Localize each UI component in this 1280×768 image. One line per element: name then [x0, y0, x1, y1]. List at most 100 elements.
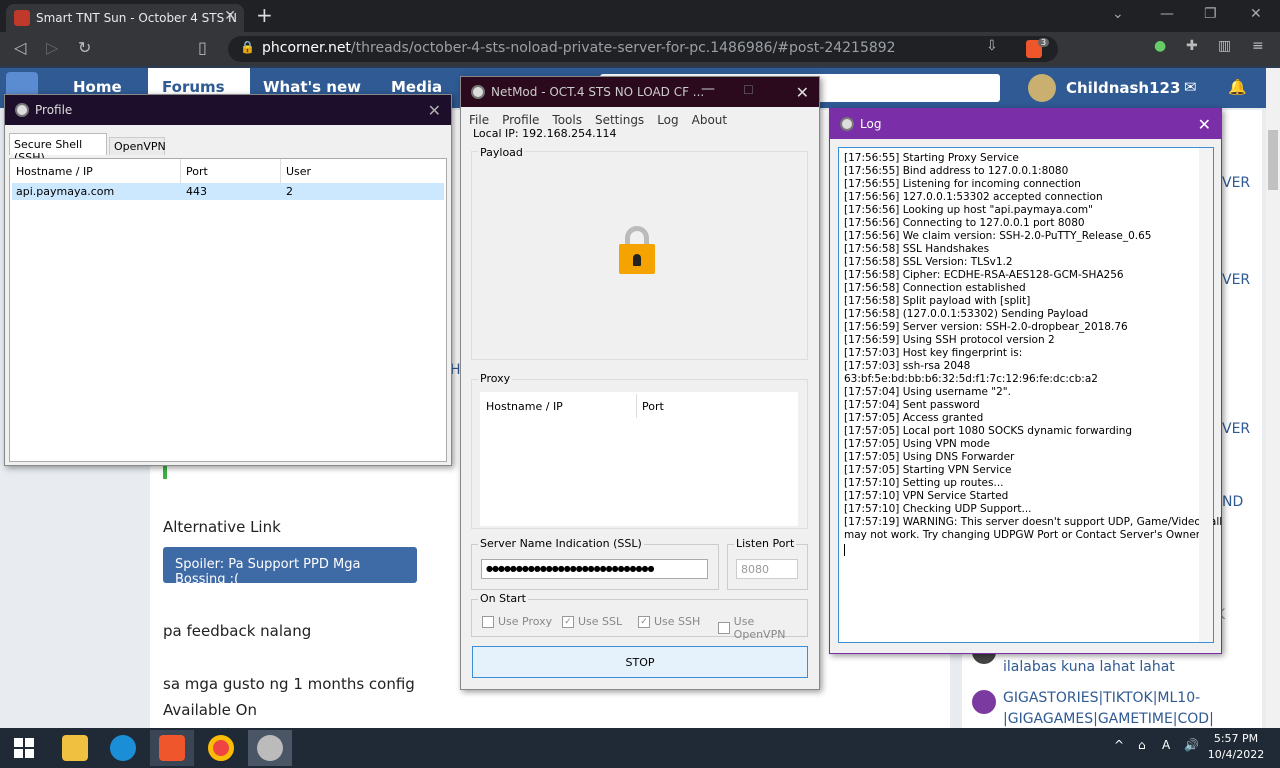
network-icon[interactable]: ⌂: [1138, 738, 1146, 752]
col-port[interactable]: Port: [642, 400, 664, 413]
post-text-2: sa mga gusto ng 1 months config: [163, 675, 415, 693]
sni-group: Server Name Indication (SSL) ●●●●●●●●●●●…: [471, 537, 719, 590]
browser-tab[interactable]: Smart TNT Sun - October 4 STS N ✕: [6, 4, 244, 32]
minimize-icon[interactable]: —: [1160, 6, 1174, 22]
use-openvpn-checkbox[interactable]: Use OpenVPN: [718, 615, 807, 641]
netmod-logo-icon: [840, 117, 854, 131]
extensions-puzzle-icon[interactable]: ✚: [1186, 38, 1198, 54]
username[interactable]: Childnash123: [1066, 79, 1180, 97]
netmod-titlebar[interactable]: NetMod - OCT.4 STS NO LOAD CF ... — ☐ ✕: [461, 77, 819, 107]
sidebar-snippet[interactable]: VER: [1222, 421, 1250, 437]
use-ssh-checkbox[interactable]: ✓ Use SSH: [638, 615, 700, 628]
post-text-1: pa feedback nalang: [163, 622, 312, 640]
log-title: Log: [860, 117, 882, 131]
profile-window: Profile ✕ Secure Shell (SSH) OpenVPN Hos…: [4, 94, 452, 466]
sidebar-post-title[interactable]: |GIGAGAMES|GAMETIME|COD|: [1003, 711, 1214, 727]
on-start-label: On Start: [478, 592, 528, 605]
use-proxy-checkbox[interactable]: Use Proxy: [482, 615, 552, 628]
tab-ssh[interactable]: Secure Shell (SSH): [9, 133, 107, 164]
col-port[interactable]: Port: [186, 165, 208, 178]
brave-shield-badge: 3: [1038, 38, 1050, 47]
close-icon[interactable]: ✕: [428, 101, 441, 120]
log-scrollbar[interactable]: [1199, 148, 1213, 642]
table-header: Hostname / IP Port User: [10, 159, 446, 183]
spoiler-button[interactable]: Spoiler: Pa Support PPD Mga Bossing :(: [163, 547, 417, 587]
clock-time: 5:57 PM: [1213, 732, 1259, 745]
scrollbar-thumb[interactable]: [1268, 130, 1278, 190]
profile-table: Hostname / IP Port User api.paymaya.com …: [9, 158, 447, 462]
tab-title: Smart TNT Sun - October 4 STS N: [36, 11, 237, 25]
tab-search-icon[interactable]: ⌄: [1112, 6, 1124, 22]
col-user[interactable]: User: [286, 165, 311, 178]
volume-icon[interactable]: 🔊: [1184, 738, 1199, 752]
address-bar[interactable]: 🔒 phcorner.net/threads/october-4-sts-nol…: [228, 36, 1058, 62]
log-line: [17:56:58] SSL Handshakes: [844, 243, 990, 255]
minimize-icon[interactable]: —: [701, 81, 715, 97]
ime-icon[interactable]: A: [1162, 738, 1170, 752]
col-hostname[interactable]: Hostname / IP: [486, 400, 563, 413]
clock[interactable]: 5:57 PM 10/4/2022: [1206, 731, 1266, 763]
log-line: 63:bf:5e:bd:bb:b6:32:5d:f1:7c:12:96:fe:d…: [844, 373, 1098, 385]
lock-icon: [617, 226, 657, 274]
log-line: [17:56:59] Using SSH protocol version 2: [844, 334, 1055, 346]
reload-icon[interactable]: ↻: [78, 38, 91, 57]
sidebar-post-title[interactable]: GIGASTORIES|TIKTOK|ML10-: [1003, 690, 1200, 706]
netmod-icon[interactable]: [257, 735, 283, 761]
listen-port-field[interactable]: 8080: [736, 559, 798, 579]
menu-settings[interactable]: Settings: [595, 113, 644, 127]
tab-openvpn[interactable]: OpenVPN: [109, 137, 166, 155]
profile-title: Profile: [35, 103, 73, 117]
back-icon[interactable]: ◁: [14, 38, 26, 57]
sidebar-snippet[interactable]: ND: [1222, 494, 1243, 510]
avatar[interactable]: [972, 690, 996, 714]
mail-icon[interactable]: ✉: [1184, 78, 1197, 96]
close-tab-icon[interactable]: ✕: [224, 8, 236, 24]
tray-chevron-icon[interactable]: ^: [1114, 738, 1124, 752]
local-ip: Local IP: 192.168.254.114: [473, 127, 617, 140]
menu-tools[interactable]: Tools: [552, 113, 582, 127]
sidebar-post-title[interactable]: ilalabas kuna lahat lahat: [1003, 659, 1175, 675]
netmod-logo-icon: [471, 85, 485, 99]
chrome-icon[interactable]: [208, 735, 234, 761]
brave-icon[interactable]: [159, 735, 185, 761]
use-ssl-checkbox[interactable]: ✓ Use SSL: [562, 615, 622, 628]
menu-log[interactable]: Log: [657, 113, 678, 127]
post-text-3: Available On: [163, 701, 257, 719]
close-icon[interactable]: ✕: [796, 83, 809, 102]
sidebar-icon[interactable]: ▥: [1218, 38, 1231, 54]
menu-about[interactable]: About: [692, 113, 727, 127]
bell-icon[interactable]: 🔔: [1228, 78, 1247, 96]
close-icon[interactable]: ✕: [1198, 115, 1211, 134]
table-row[interactable]: api.paymaya.com 443 2: [12, 183, 444, 200]
restore-icon[interactable]: ❐: [1204, 6, 1217, 22]
bookmark-icon[interactable]: ▯: [198, 38, 207, 57]
col-hostname[interactable]: Hostname / IP: [16, 165, 93, 178]
forward-icon[interactable]: ▷: [46, 38, 58, 57]
payload-label: Payload: [478, 146, 525, 159]
sidebar-snippet[interactable]: VER: [1222, 175, 1250, 191]
log-line: [17:57:05] Access granted: [844, 412, 984, 424]
extension-icon[interactable]: ●: [1154, 38, 1166, 54]
start-icon[interactable]: [14, 738, 34, 758]
log-textarea[interactable]: [17:56:55] Starting Proxy Service [17:56:…: [838, 147, 1222, 643]
lock-icon: 🔒: [240, 40, 255, 54]
install-icon[interactable]: ⇩: [986, 38, 998, 54]
log-line: [17:56:55] Starting Proxy Service: [844, 152, 1019, 164]
checkbox-label: Use SSH: [654, 615, 701, 628]
avatar[interactable]: [1028, 74, 1056, 102]
stop-button[interactable]: STOP: [472, 646, 808, 678]
menu-icon[interactable]: ≡: [1252, 38, 1264, 54]
profile-titlebar[interactable]: Profile ✕: [5, 95, 451, 125]
menu-file[interactable]: File: [469, 113, 489, 127]
sni-field[interactable]: ●●●●●●●●●●●●●●●●●●●●●●●●●●●●: [481, 559, 708, 579]
menu-profile[interactable]: Profile: [502, 113, 539, 127]
maximize-icon[interactable]: ☐: [743, 83, 754, 97]
close-window-icon[interactable]: ✕: [1250, 6, 1262, 22]
new-tab-button[interactable]: +: [256, 3, 273, 27]
edge-icon[interactable]: [110, 735, 136, 761]
sidebar-snippet[interactable]: VER: [1222, 272, 1250, 288]
log-line: [17:56:58] Connection established: [844, 282, 1026, 294]
file-explorer-icon[interactable]: [62, 735, 88, 761]
log-titlebar[interactable]: Log ✕: [830, 109, 1221, 139]
log-line: [17:56:56] 127.0.0.1:53302 accepted conn…: [844, 191, 1103, 203]
